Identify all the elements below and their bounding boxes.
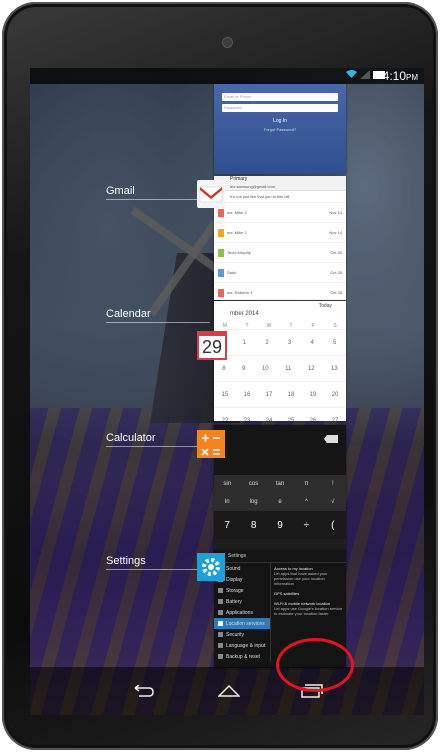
calc-key[interactable]: ÷ <box>293 511 319 539</box>
weekday-label: T <box>245 323 249 329</box>
settings-item-selected[interactable]: Location services <box>214 618 270 629</box>
label-divider <box>106 322 210 323</box>
recent-app-card-calculator[interactable]: sin cos tan π! ln log e ^ √ 7 8 9 ÷( <box>214 425 346 555</box>
weekday-label: W <box>266 323 272 329</box>
login-button[interactable]: Log In <box>214 118 346 124</box>
calc-key[interactable]: tan <box>267 475 293 493</box>
label-divider <box>106 446 210 447</box>
navigation-bar <box>30 667 424 715</box>
list-item[interactable]: me, Roberto 3 Oct 28 <box>214 283 346 300</box>
forgot-password-link[interactable]: Forgot Password? <box>214 127 346 132</box>
weekday-label: S <box>333 323 337 329</box>
settings-item[interactable]: Battery <box>214 596 270 607</box>
calc-key[interactable]: √ <box>320 493 346 511</box>
label-divider <box>106 569 210 570</box>
calculator-icon[interactable] <box>197 430 225 458</box>
gmail-icon[interactable] <box>197 180 225 208</box>
email-field[interactable]: Email or Phone <box>222 93 338 101</box>
signal-icon <box>360 70 370 79</box>
settings-item[interactable]: Language & input <box>214 640 270 651</box>
calc-key[interactable]: 8 <box>240 511 266 539</box>
setting-row[interactable]: GPS satellites <box>274 591 343 596</box>
calc-key[interactable]: 7 <box>214 511 240 539</box>
calc-key[interactable]: ! <box>320 475 346 493</box>
tablet-frame: 4:10PM Email or Phone Password Log In Fo… <box>2 2 438 750</box>
calc-key[interactable]: log <box>240 493 266 511</box>
password-field[interactable]: Password <box>222 104 338 112</box>
gmail-search-hint: It's not just like that you to this bill <box>214 191 346 203</box>
mail-label-icon <box>218 268 224 277</box>
calendar-month: mber 2014 <box>230 311 259 317</box>
recent-app-card-login[interactable]: Email or Phone Password Log In Forgot Pa… <box>214 84 346 174</box>
calc-key[interactable]: ^ <box>293 493 319 511</box>
list-item[interactable]: Techl Murphy Oct 30 <box>214 243 346 263</box>
back-icon <box>134 685 154 697</box>
clock: 4:10PM <box>382 69 418 83</box>
setting-description: Let apps that have asked your permission… <box>274 571 328 586</box>
calc-key[interactable]: 9 <box>267 511 293 539</box>
highlight-circle <box>276 638 354 692</box>
gmail-mail-list: me, Mike 2 Nov 14 me, Mike 2 Nov 14 Techl … <box>214 203 346 300</box>
mail-label-icon <box>218 228 224 237</box>
settings-item[interactable]: Backup & reset <box>214 651 270 662</box>
mail-label-icon <box>218 288 224 297</box>
calendar-icon[interactable]: 29 <box>197 331 227 360</box>
mail-label-icon <box>218 248 224 257</box>
mail-label-icon <box>218 208 224 217</box>
setting-description: Let apps use Google's location service t… <box>274 606 343 616</box>
calc-key[interactable]: ( <box>320 511 346 539</box>
calendar-week-row: 8 9 10 11 12 13 <box>214 355 346 381</box>
recent-app-card-calendar[interactable]: mber 2014 Today MTWTFS 12345 8 9 10 11 12 13 … <box>214 301 346 421</box>
label-divider <box>106 199 210 200</box>
recent-apps-screen: 4:10PM Email or Phone Password Log In Fo… <box>30 68 424 715</box>
settings-header: Settings <box>214 550 346 563</box>
weekday-label: M <box>222 323 228 329</box>
calc-key[interactable]: π <box>293 475 319 493</box>
app-label-gmail[interactable]: Gmail <box>106 185 135 197</box>
back-button[interactable] <box>125 677 161 705</box>
list-item[interactable]: me, Mike 2 Nov 14 <box>214 223 346 243</box>
settings-item[interactable]: Applications <box>214 607 270 618</box>
calendar-week-row: 22 23 24 25 26 27 <box>214 407 346 421</box>
wifi-icon <box>346 70 357 78</box>
home-icon <box>218 685 240 697</box>
list-item[interactable]: Sabri Oct 28 <box>214 263 346 283</box>
settings-gear-icon[interactable] <box>197 553 225 581</box>
gmail-account: leo.samsung@gmail.com <box>230 184 275 189</box>
front-camera <box>223 38 232 47</box>
list-item[interactable]: me, Mike 2 Nov 14 <box>214 203 346 223</box>
calendar-today-button[interactable]: Today <box>319 303 332 309</box>
settings-item[interactable]: Security <box>214 629 270 640</box>
calendar-week-row: 12345 <box>214 329 346 355</box>
calc-key[interactable]: sin <box>214 475 240 493</box>
calc-key[interactable]: e <box>267 493 293 511</box>
settings-item[interactable]: Storage <box>214 585 270 596</box>
recent-app-card-gmail[interactable]: Primary leo.samsung@gmail.com It's not j… <box>214 176 346 300</box>
gmail-title: Primary <box>230 176 248 182</box>
weekday-label: F <box>311 323 315 329</box>
status-bar: 4:10PM <box>30 68 424 84</box>
app-label-calendar[interactable]: Calendar <box>106 308 151 320</box>
home-button[interactable] <box>211 677 247 705</box>
backspace-icon[interactable] <box>324 435 338 443</box>
calc-key[interactable]: cos <box>240 475 266 493</box>
weekday-label: T <box>289 323 293 329</box>
app-label-settings[interactable]: Settings <box>106 555 146 567</box>
app-label-calculator[interactable]: Calculator <box>106 432 156 444</box>
calendar-week-row: 15 16 17 18 19 20 <box>214 381 346 407</box>
calc-key[interactable]: ln <box>214 493 240 511</box>
